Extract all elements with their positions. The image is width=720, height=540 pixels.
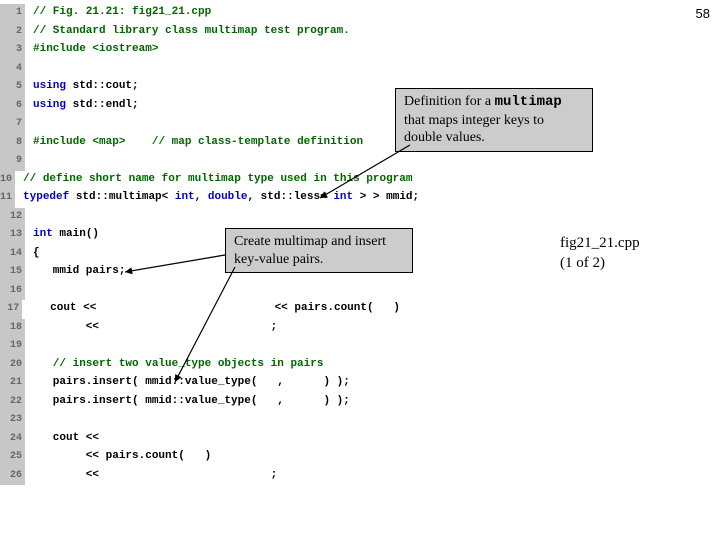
callout-create-insert: Create multimap and insert key-value pai… bbox=[225, 228, 413, 273]
side-file-label: fig21_21.cpp (1 of 2) bbox=[560, 234, 640, 273]
code-line: // Fig. 21.21: fig21_21.cpp bbox=[33, 6, 211, 18]
page-number: 58 bbox=[696, 6, 710, 21]
callout-multimap-definition: Definition for a multimap that maps inte… bbox=[395, 88, 593, 152]
code-line: // Standard library class multimap test … bbox=[33, 25, 350, 37]
